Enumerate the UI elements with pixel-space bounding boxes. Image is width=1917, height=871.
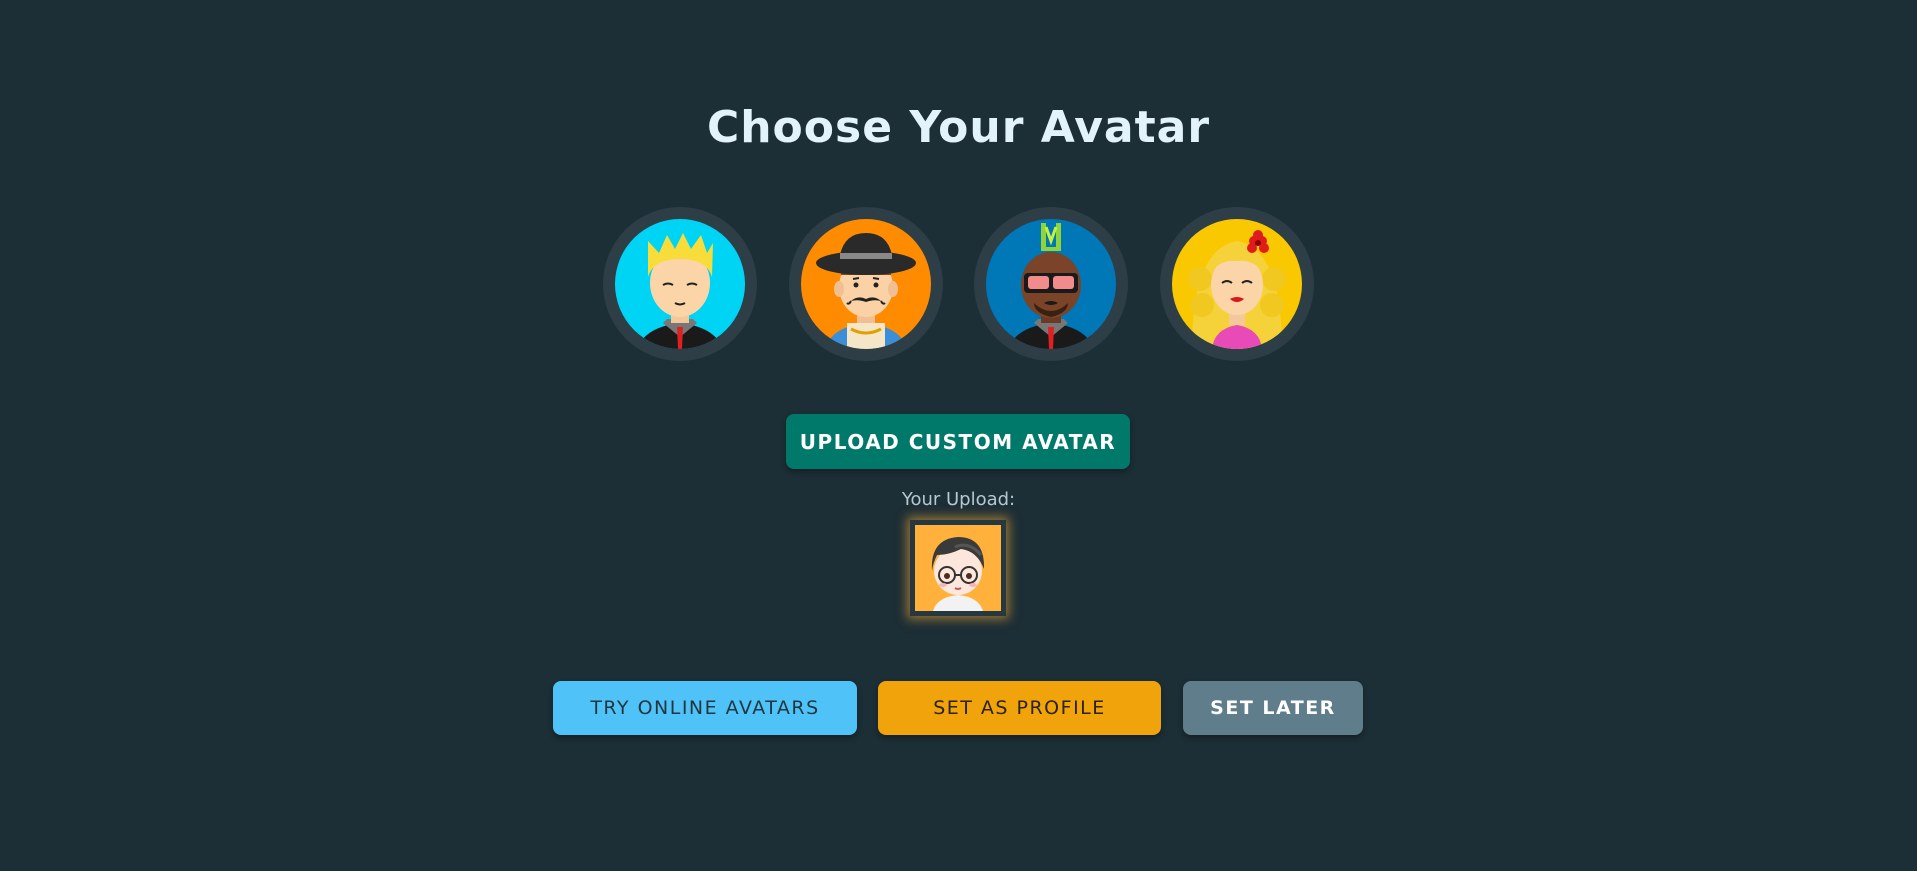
your-upload-label: Your Upload:: [901, 489, 1016, 510]
blond-boy-avatar-icon: [615, 219, 745, 349]
set-later-button[interactable]: SET LATER: [1183, 681, 1363, 735]
avatar-option-2[interactable]: [789, 207, 943, 361]
mohawk-sunglasses-man-avatar-icon: [986, 219, 1116, 349]
page-title: Choose Your Avatar: [706, 102, 1211, 153]
set-as-profile-button[interactable]: SET AS PROFILE: [878, 681, 1161, 735]
avatar-selection-page: Choose Your Avatar UPLOAD CUSTOM AVATAR …: [0, 0, 1917, 871]
uploaded-avatar-preview: [910, 520, 1006, 616]
upload-custom-avatar-button[interactable]: UPLOAD CUSTOM AVATAR: [786, 414, 1130, 469]
hat-mustache-man-avatar-icon: [801, 219, 931, 349]
try-online-avatars-button[interactable]: TRY ONLINE AVATARS: [553, 681, 857, 735]
curly-blonde-woman-avatar-icon: [1172, 219, 1302, 349]
avatar-option-3[interactable]: [974, 207, 1128, 361]
avatar-option-1[interactable]: [603, 207, 757, 361]
avatar-option-4[interactable]: [1160, 207, 1314, 361]
avatar-options: [603, 207, 1314, 361]
uploaded-avatar-icon: [915, 525, 1001, 611]
